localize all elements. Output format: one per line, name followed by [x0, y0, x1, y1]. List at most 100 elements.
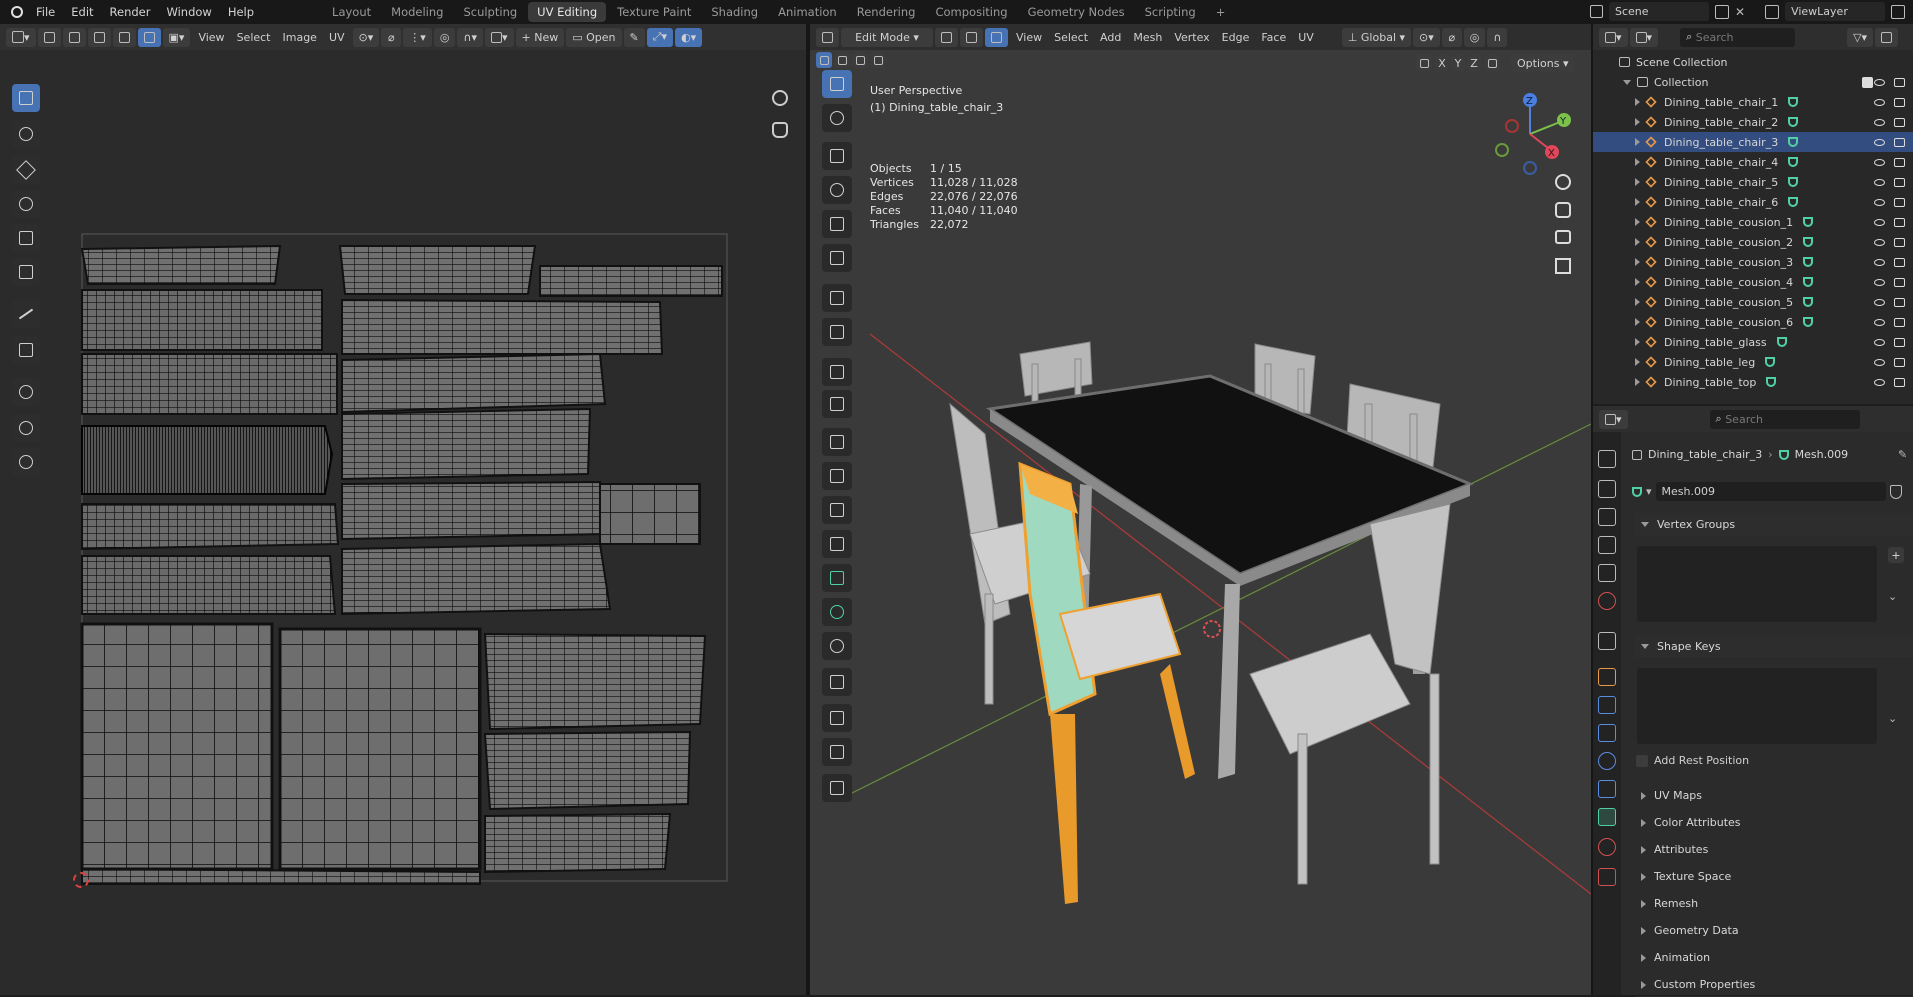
- cursor-tool-icon[interactable]: [12, 120, 40, 148]
- render-camera-icon[interactable]: [1894, 317, 1905, 327]
- uv-island-select-icon[interactable]: [137, 27, 161, 47]
- edge-select-mode-icon[interactable]: [960, 27, 983, 47]
- outliner-item[interactable]: Dining_table_cousion_1: [1593, 212, 1913, 232]
- collection-properties-icon[interactable]: [1598, 632, 1616, 650]
- mirror-icon[interactable]: [1416, 55, 1432, 71]
- section-vertex-groups[interactable]: Vertex Groups: [1635, 513, 1913, 537]
- workspace-tab-layout[interactable]: Layout: [323, 2, 380, 22]
- relax-tool-icon[interactable]: [12, 414, 40, 442]
- physics-properties-icon[interactable]: [1598, 752, 1616, 770]
- visibility-eye-icon[interactable]: [1874, 98, 1885, 106]
- vp-knife-icon[interactable]: [822, 530, 852, 558]
- outliner-filter-icon[interactable]: ▽▾: [1847, 27, 1874, 47]
- section-shape-keys[interactable]: Shape Keys: [1635, 635, 1913, 659]
- editor-type-selector[interactable]: ▾: [6, 27, 36, 47]
- vp-measure-icon[interactable]: [822, 318, 852, 346]
- visibility-eye-icon[interactable]: [1874, 158, 1885, 166]
- transform-orientation-selector[interactable]: ⊥ Global ▾: [1341, 27, 1412, 47]
- mirror-axis-z[interactable]: Z: [1467, 55, 1481, 71]
- workspace-tab-sculpting[interactable]: Sculpting: [454, 2, 526, 22]
- render-camera-icon[interactable]: [1894, 377, 1905, 387]
- output-properties-icon[interactable]: [1598, 508, 1616, 526]
- gizmo-toggle-icon[interactable]: ⤢▾: [646, 27, 674, 47]
- vp-inset-icon[interactable]: [822, 428, 852, 456]
- outliner-item[interactable]: Dining_table_cousion_4: [1593, 272, 1913, 292]
- properties-search[interactable]: ⌕ Search: [1709, 409, 1860, 429]
- outliner-display-mode[interactable]: ▾: [1629, 27, 1659, 47]
- visibility-eye-icon[interactable]: [1874, 178, 1885, 186]
- render-camera-icon[interactable]: [1894, 217, 1905, 227]
- workspace-tab-animation[interactable]: Animation: [769, 2, 846, 22]
- new-view-layer-icon[interactable]: [1891, 4, 1906, 19]
- visibility-eye-icon[interactable]: [1874, 138, 1885, 146]
- outliner-item[interactable]: Dining_table_top: [1593, 372, 1913, 392]
- visibility-eye-icon[interactable]: [1874, 238, 1885, 246]
- select-set-intersect-icon[interactable]: [870, 52, 886, 68]
- vp-extrude-icon[interactable]: [822, 390, 852, 418]
- viewport-menu-face[interactable]: Face: [1255, 28, 1292, 47]
- visibility-eye-icon[interactable]: [1874, 118, 1885, 126]
- outliner-expand-icon[interactable]: [1635, 158, 1640, 166]
- blender-logo-icon[interactable]: [6, 0, 28, 24]
- outliner-expand-icon[interactable]: [1635, 98, 1640, 106]
- render-camera-icon[interactable]: [1894, 277, 1905, 287]
- visibility-eye-icon[interactable]: [1874, 338, 1885, 346]
- object-properties-icon[interactable]: [1598, 668, 1616, 686]
- uv-face-select-icon[interactable]: [112, 27, 136, 47]
- outliner-expand-icon[interactable]: [1635, 198, 1640, 206]
- uv-sticky-selection-dropdown[interactable]: ▣▾: [162, 27, 191, 47]
- render-camera-icon[interactable]: [1894, 297, 1905, 307]
- visibility-eye-icon[interactable]: [1874, 258, 1885, 266]
- outliner-item[interactable]: Dining_table_chair_1: [1593, 92, 1913, 112]
- render-camera-icon[interactable]: [1894, 337, 1905, 347]
- uv-menu-select[interactable]: Select: [231, 28, 277, 47]
- rotate-tool-icon[interactable]: [12, 190, 40, 218]
- view-layer-properties-icon[interactable]: [1598, 536, 1616, 554]
- workspace-tab-rendering[interactable]: Rendering: [848, 2, 925, 22]
- uv-vertex-select-icon[interactable]: [62, 27, 86, 47]
- uv-menu-uv[interactable]: UV: [323, 28, 351, 47]
- proportional-edit-icon[interactable]: ◎: [433, 27, 456, 47]
- visibility-eye-icon[interactable]: [1874, 298, 1885, 306]
- outliner-item[interactable]: Dining_table_chair_4: [1593, 152, 1913, 172]
- vertex-groups-list[interactable]: [1637, 546, 1877, 622]
- mode-selector[interactable]: Edit Mode ▾: [841, 27, 933, 47]
- menu-file[interactable]: File: [28, 0, 63, 24]
- viewport-snap-icon[interactable]: ⌀: [1441, 27, 1462, 47]
- vertex-group-menu-icon[interactable]: ⌄: [1888, 590, 1897, 603]
- outliner-item[interactable]: Dining_table_leg: [1593, 352, 1913, 372]
- falloff-icon[interactable]: ∩: [1487, 27, 1508, 47]
- uv-layout-canvas[interactable]: [60, 204, 740, 894]
- workspace-tab-modeling[interactable]: Modeling: [382, 2, 452, 22]
- render-camera-icon[interactable]: [1894, 357, 1905, 367]
- mesh-browse-icon[interactable]: [1632, 486, 1642, 497]
- tool-properties-icon[interactable]: [1598, 450, 1616, 468]
- pin-icon[interactable]: ✎: [623, 27, 645, 47]
- annotate-tool-icon[interactable]: [12, 300, 40, 328]
- pinch-tool-icon[interactable]: [12, 448, 40, 476]
- outliner-item[interactable]: Dining_table_chair_5: [1593, 172, 1913, 192]
- vertex-select-mode-icon[interactable]: [935, 27, 958, 47]
- transform-tool-icon[interactable]: [12, 258, 40, 286]
- snap-icon[interactable]: ⌀: [381, 27, 402, 47]
- overlay-toggle-icon[interactable]: ◐▾: [675, 27, 703, 47]
- mesh-data-icon[interactable]: [1788, 197, 1799, 207]
- expand-icon[interactable]: [1641, 899, 1646, 908]
- falloff-dropdown[interactable]: ∩▾: [457, 27, 483, 47]
- menu-window[interactable]: Window: [158, 0, 219, 24]
- vp-loop-cut-icon[interactable]: [822, 496, 852, 524]
- 3d-viewport[interactable]: Edit Mode ▾ View Select Add Mesh Vertex Edge F…: [810, 24, 1591, 995]
- outliner-expand-icon[interactable]: [1635, 118, 1640, 126]
- options-dropdown[interactable]: Options ▾: [1511, 54, 1575, 72]
- mesh-data-icon[interactable]: [1803, 297, 1814, 307]
- uv-menu-image[interactable]: Image: [277, 28, 323, 47]
- mesh-data-icon[interactable]: [1788, 97, 1799, 107]
- fake-user-shield-icon[interactable]: [1889, 484, 1902, 499]
- outliner-expand-icon[interactable]: [1635, 278, 1640, 286]
- view-layer-selector[interactable]: ViewLayer: [1785, 2, 1886, 21]
- collection-visibility-icon[interactable]: [1874, 78, 1885, 86]
- workspace-tab-texture-paint[interactable]: Texture Paint: [608, 2, 700, 22]
- collection-row[interactable]: Collection: [1593, 72, 1913, 92]
- scene-selector[interactable]: Scene: [1609, 2, 1709, 21]
- section-uv-maps[interactable]: UV Maps: [1635, 784, 1913, 808]
